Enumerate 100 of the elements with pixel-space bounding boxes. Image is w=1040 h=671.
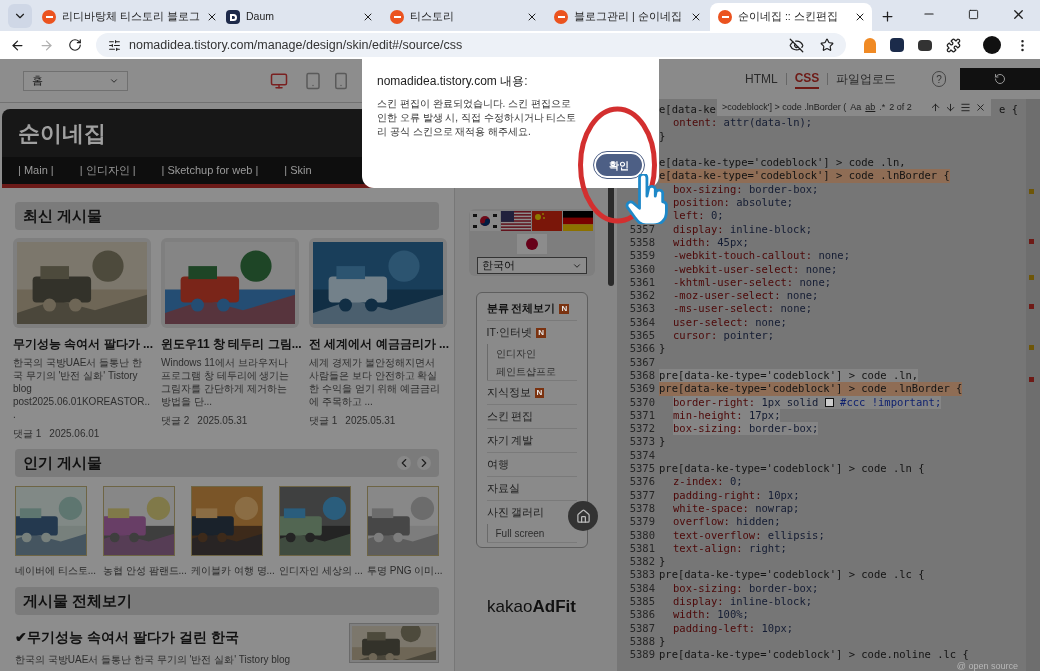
tab-search-button[interactable] bbox=[8, 4, 32, 28]
line-number: 5388 bbox=[629, 634, 655, 647]
apply-button[interactable] bbox=[959, 68, 1040, 90]
code-text: z-index: 0; bbox=[673, 475, 743, 489]
find-in-selection-icon[interactable] bbox=[960, 102, 971, 113]
comment-count: 댓글 2 bbox=[161, 414, 190, 428]
korean-flag-icon[interactable] bbox=[470, 211, 500, 231]
post-excerpt: 한국의 국방UAE서 들통난 한국 무기의 '반전 실화' Tistory blog post2025.06.01KOREASTOR... bbox=[13, 356, 151, 421]
next-match-icon[interactable] bbox=[945, 102, 956, 113]
find-input[interactable]: >codeblock'] > code .lnBorder ( bbox=[722, 100, 847, 115]
post-title[interactable]: 무기성능 속여서 팔다가 ... bbox=[13, 335, 151, 353]
code-text: width: 45px; bbox=[673, 235, 749, 250]
line-number: 5382 bbox=[629, 555, 655, 568]
code-text: e[data-ke bbox=[659, 103, 716, 117]
nav-link[interactable]: | Sketchup for web | bbox=[161, 162, 259, 179]
browser-tab[interactable]: 리디바탕체 티스토리 블로그 bbox=[34, 3, 216, 31]
code-text: box-sizing: border-box; bbox=[673, 581, 819, 595]
german-flag-icon[interactable] bbox=[563, 211, 593, 231]
popular-post-title[interactable]: 투명 PNG 이미... bbox=[367, 563, 451, 578]
regex-toggle[interactable]: .* bbox=[879, 100, 886, 115]
post-date: 2025.05.31 bbox=[345, 414, 396, 428]
comment-count: 댓글 1 bbox=[309, 414, 338, 428]
close-icon[interactable] bbox=[1011, 7, 1026, 22]
reload-icon[interactable] bbox=[68, 38, 82, 52]
category-link[interactable]: IT·인터넷 bbox=[486, 324, 533, 341]
line-number: 5371 bbox=[629, 408, 655, 421]
category-link[interactable]: 자료실 bbox=[486, 480, 520, 497]
popular-post-title[interactable]: 케이블카 여행 명... bbox=[191, 563, 275, 578]
us-flag-icon[interactable] bbox=[501, 211, 531, 231]
profile-avatar[interactable] bbox=[983, 36, 1001, 54]
extension-figure-icon[interactable] bbox=[864, 37, 876, 53]
nav-link[interactable]: | Skin bbox=[284, 162, 312, 179]
browser-tab[interactable]: 티스토리 bbox=[382, 3, 544, 31]
tab-title: 순이네집 :: 스킨편집 bbox=[738, 9, 839, 25]
popular-thumbnail-frame[interactable] bbox=[279, 486, 351, 556]
page-select[interactable]: 홈 bbox=[23, 70, 128, 91]
confirm-button[interactable]: 확인 bbox=[594, 152, 644, 178]
extension-tray-icon[interactable] bbox=[918, 39, 932, 51]
bookmark-star-icon[interactable] bbox=[820, 38, 834, 52]
category-link[interactable]: 분류 전체보기 bbox=[486, 300, 556, 317]
previous-match-icon[interactable] bbox=[930, 102, 941, 113]
category-link[interactable]: 사진 갤러리 bbox=[486, 504, 545, 521]
popular-post-title[interactable]: 농협 안성 팜랜드... bbox=[103, 563, 187, 578]
section-title: 게시물 전체보기 bbox=[23, 590, 133, 611]
site-info-icon[interactable] bbox=[108, 38, 121, 52]
line-number: 5384 bbox=[629, 581, 655, 594]
nav-link[interactable]: | Main | bbox=[18, 162, 54, 179]
post-title[interactable]: 윈도우11 창 테두리 그림... bbox=[161, 335, 299, 353]
maximize-icon[interactable] bbox=[968, 9, 979, 20]
popular-thumbnail-frame[interactable] bbox=[15, 486, 87, 556]
category-link[interactable]: 지식정보 bbox=[486, 384, 531, 401]
line-number: 5364 bbox=[629, 315, 655, 328]
subcategory-link[interactable]: 페인트샵프로 bbox=[486, 362, 577, 380]
popular-post-title[interactable]: 인디자인 세상의 ... bbox=[279, 563, 363, 578]
editor-tab[interactable]: 파일업로드 bbox=[836, 70, 897, 88]
code-text: } bbox=[659, 555, 666, 569]
tab-title: 리디바탕체 티스토리 블로그 bbox=[62, 9, 200, 25]
line-number: 5386 bbox=[629, 608, 655, 621]
close-icon[interactable] bbox=[362, 11, 374, 23]
ad-logo-light: kakao bbox=[487, 596, 533, 618]
eye-off-icon[interactable] bbox=[789, 37, 804, 53]
browser-tab[interactable]: 순이네집 :: 스킨편집 bbox=[710, 3, 872, 31]
desktop-view-icon[interactable] bbox=[270, 71, 288, 90]
close-icon[interactable] bbox=[854, 11, 866, 23]
language-select[interactable]: 한국어 bbox=[476, 257, 587, 274]
category-link[interactable]: 여행 bbox=[486, 456, 509, 473]
category-link[interactable]: 스킨 편집 bbox=[486, 408, 534, 425]
post-title[interactable]: ✔무기성능 속여서 팔다가 걸린 한국 bbox=[15, 627, 349, 648]
match-case-toggle[interactable]: Aa bbox=[850, 100, 862, 115]
nav-link[interactable]: | 인디자인 | bbox=[79, 162, 136, 179]
popular-thumbnail-frame[interactable] bbox=[103, 486, 175, 556]
tab-title: 블로그관리 | 순이네집 bbox=[574, 9, 683, 25]
browser-tab[interactable]: Daum bbox=[218, 3, 380, 31]
home-button[interactable] bbox=[568, 501, 598, 531]
editor-tab[interactable]: HTML bbox=[745, 70, 778, 88]
chinese-flag-icon[interactable] bbox=[532, 211, 562, 231]
subcategory-link[interactable]: 인디자인 bbox=[486, 344, 577, 362]
browser-tab[interactable]: 블로그관리 | 순이네집 bbox=[546, 3, 708, 31]
japanese-flag-icon[interactable] bbox=[516, 234, 547, 254]
popular-thumbnail-frame[interactable] bbox=[367, 486, 439, 556]
match-count: 2 of 2 bbox=[889, 100, 912, 114]
post-title[interactable]: 전 세계에서 예금금리가 ... bbox=[309, 335, 447, 353]
extensions-puzzle-icon[interactable] bbox=[946, 37, 961, 53]
category-link[interactable]: 자기 계발 bbox=[486, 432, 534, 449]
whole-word-toggle[interactable]: ab bbox=[865, 100, 876, 115]
popular-post-title[interactable]: 네이버에 티스토... bbox=[15, 563, 99, 578]
url-text: nomadidea.tistory.com/manage/design/skin/edit#/source/css bbox=[129, 36, 464, 54]
code-text: left: 0; bbox=[673, 209, 724, 223]
line-number: 5368 bbox=[629, 368, 655, 381]
address-bar[interactable]: nomadidea.tistory.com/manage/design/skin/edit#/source/css bbox=[96, 33, 846, 57]
line-number: 5360 bbox=[629, 262, 655, 275]
back-icon[interactable] bbox=[10, 37, 25, 53]
dialog-message: 스킨 편집이 완료되었습니다. 스킨 편집으로 인한 오류 발생 시, 직접 수정하시거나 티스토리 공식 스킨으로 재적용 해주세요. bbox=[377, 97, 578, 139]
popular-thumbnail-frame[interactable] bbox=[191, 486, 263, 556]
close-icon[interactable] bbox=[690, 11, 702, 23]
line-number: 5366 bbox=[629, 342, 655, 355]
post-date: 2025.05.31 bbox=[197, 414, 248, 428]
close-icon[interactable] bbox=[526, 11, 538, 23]
editor-tab[interactable]: CSS bbox=[794, 69, 820, 89]
code-text: -khtml-user-select: none; bbox=[673, 275, 832, 290]
